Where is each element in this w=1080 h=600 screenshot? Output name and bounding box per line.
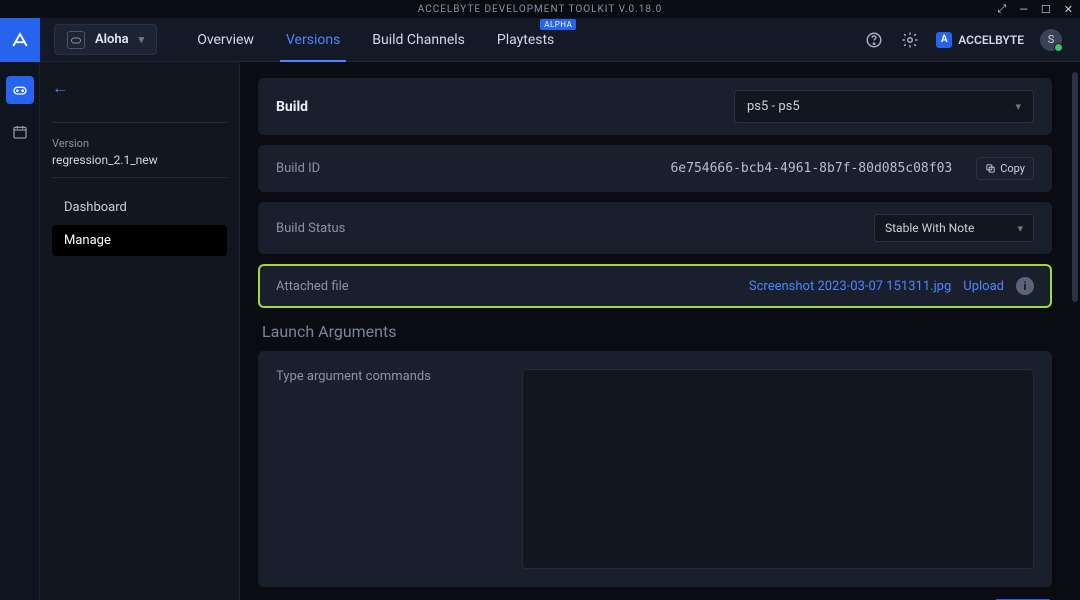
namespace-label: Aloha: [95, 32, 129, 47]
namespace-selector[interactable]: Aloha ▾: [54, 24, 157, 55]
build-id-value: 6e754666-bcb4-4961-8b7f-80d085c08f03: [670, 161, 952, 176]
window-expand-icon[interactable]: ⤢: [998, 2, 1008, 16]
build-id-row: Build ID 6e754666-bcb4-4961-8b7f-80d085c…: [258, 145, 1052, 192]
sidebar-item-manage[interactable]: Manage: [52, 225, 227, 256]
brand-logo-icon: A: [936, 32, 952, 48]
build-label: Build: [276, 99, 516, 115]
launch-args-input[interactable]: [522, 369, 1034, 569]
left-rail: [0, 18, 40, 600]
build-id-label: Build ID: [276, 161, 516, 176]
chevron-down-icon: ▾: [1017, 222, 1023, 235]
topbar: Aloha ▾ Overview Versions Build Channels…: [40, 18, 1080, 62]
tab-build-channels[interactable]: Build Channels: [356, 18, 481, 61]
gamepad-icon: [67, 31, 85, 49]
tab-overview[interactable]: Overview: [181, 18, 270, 61]
chevron-down-icon: ▾: [139, 33, 145, 46]
settings-icon[interactable]: [900, 30, 920, 50]
divider: [52, 122, 227, 123]
window-minimize-icon[interactable]: —: [1019, 3, 1029, 16]
attached-file-link[interactable]: Screenshot 2023-03-07 151311.jpg: [749, 279, 951, 294]
build-status-select[interactable]: Stable With Note ▾: [874, 214, 1034, 242]
launch-arguments-title: Launch Arguments: [262, 322, 1052, 341]
launch-args-placeholder: Type argument commands: [276, 369, 506, 569]
help-icon[interactable]: [864, 30, 884, 50]
app-logo[interactable]: [0, 18, 40, 62]
content: Build ps5 - ps5 ▾ Build ID 6e754666-bcb4…: [240, 62, 1080, 600]
window-maximize-icon[interactable]: ☐: [1041, 3, 1052, 16]
chevron-down-icon: ▾: [1015, 100, 1021, 113]
sidebar-item-dashboard[interactable]: Dashboard: [52, 192, 227, 223]
version-name: regression_2.1_new: [52, 153, 227, 167]
rail-item-calendar[interactable]: [6, 118, 34, 146]
divider: [52, 177, 227, 178]
build-select[interactable]: ps5 - ps5 ▾: [734, 90, 1034, 123]
attached-file-row: Attached file Screenshot 2023-03-07 1513…: [258, 264, 1052, 308]
rail-item-game[interactable]: [6, 76, 34, 104]
build-status-row: Build Status Stable With Note ▾: [258, 202, 1052, 254]
info-icon[interactable]: i: [1016, 277, 1034, 295]
upload-button[interactable]: Upload: [963, 279, 1004, 294]
build-status-label: Build Status: [276, 221, 516, 236]
alpha-badge: ALPHA: [540, 19, 576, 30]
back-button[interactable]: ←: [52, 78, 68, 98]
launch-arguments-panel: Type argument commands: [258, 351, 1052, 587]
brand-label: A ACCELBYTE: [936, 32, 1024, 48]
copy-button[interactable]: Copy: [976, 157, 1034, 180]
attached-file-label: Attached file: [276, 279, 516, 294]
copy-icon: [985, 163, 996, 174]
window-close-icon[interactable]: ✕: [1064, 3, 1074, 16]
tab-versions[interactable]: Versions: [270, 18, 356, 61]
build-row: Build ps5 - ps5 ▾: [258, 78, 1052, 135]
version-label: Version: [52, 137, 227, 150]
user-avatar[interactable]: S: [1040, 29, 1062, 51]
sidebar: ← Version regression_2.1_new Dashboard M…: [40, 62, 240, 600]
tab-playtests[interactable]: Playtests ALPHA: [481, 18, 570, 61]
scrollbar[interactable]: [1072, 72, 1078, 302]
window-title: ACCELBYTE DEVELOPMENT TOOLKIT V.0.18.0: [418, 4, 663, 15]
